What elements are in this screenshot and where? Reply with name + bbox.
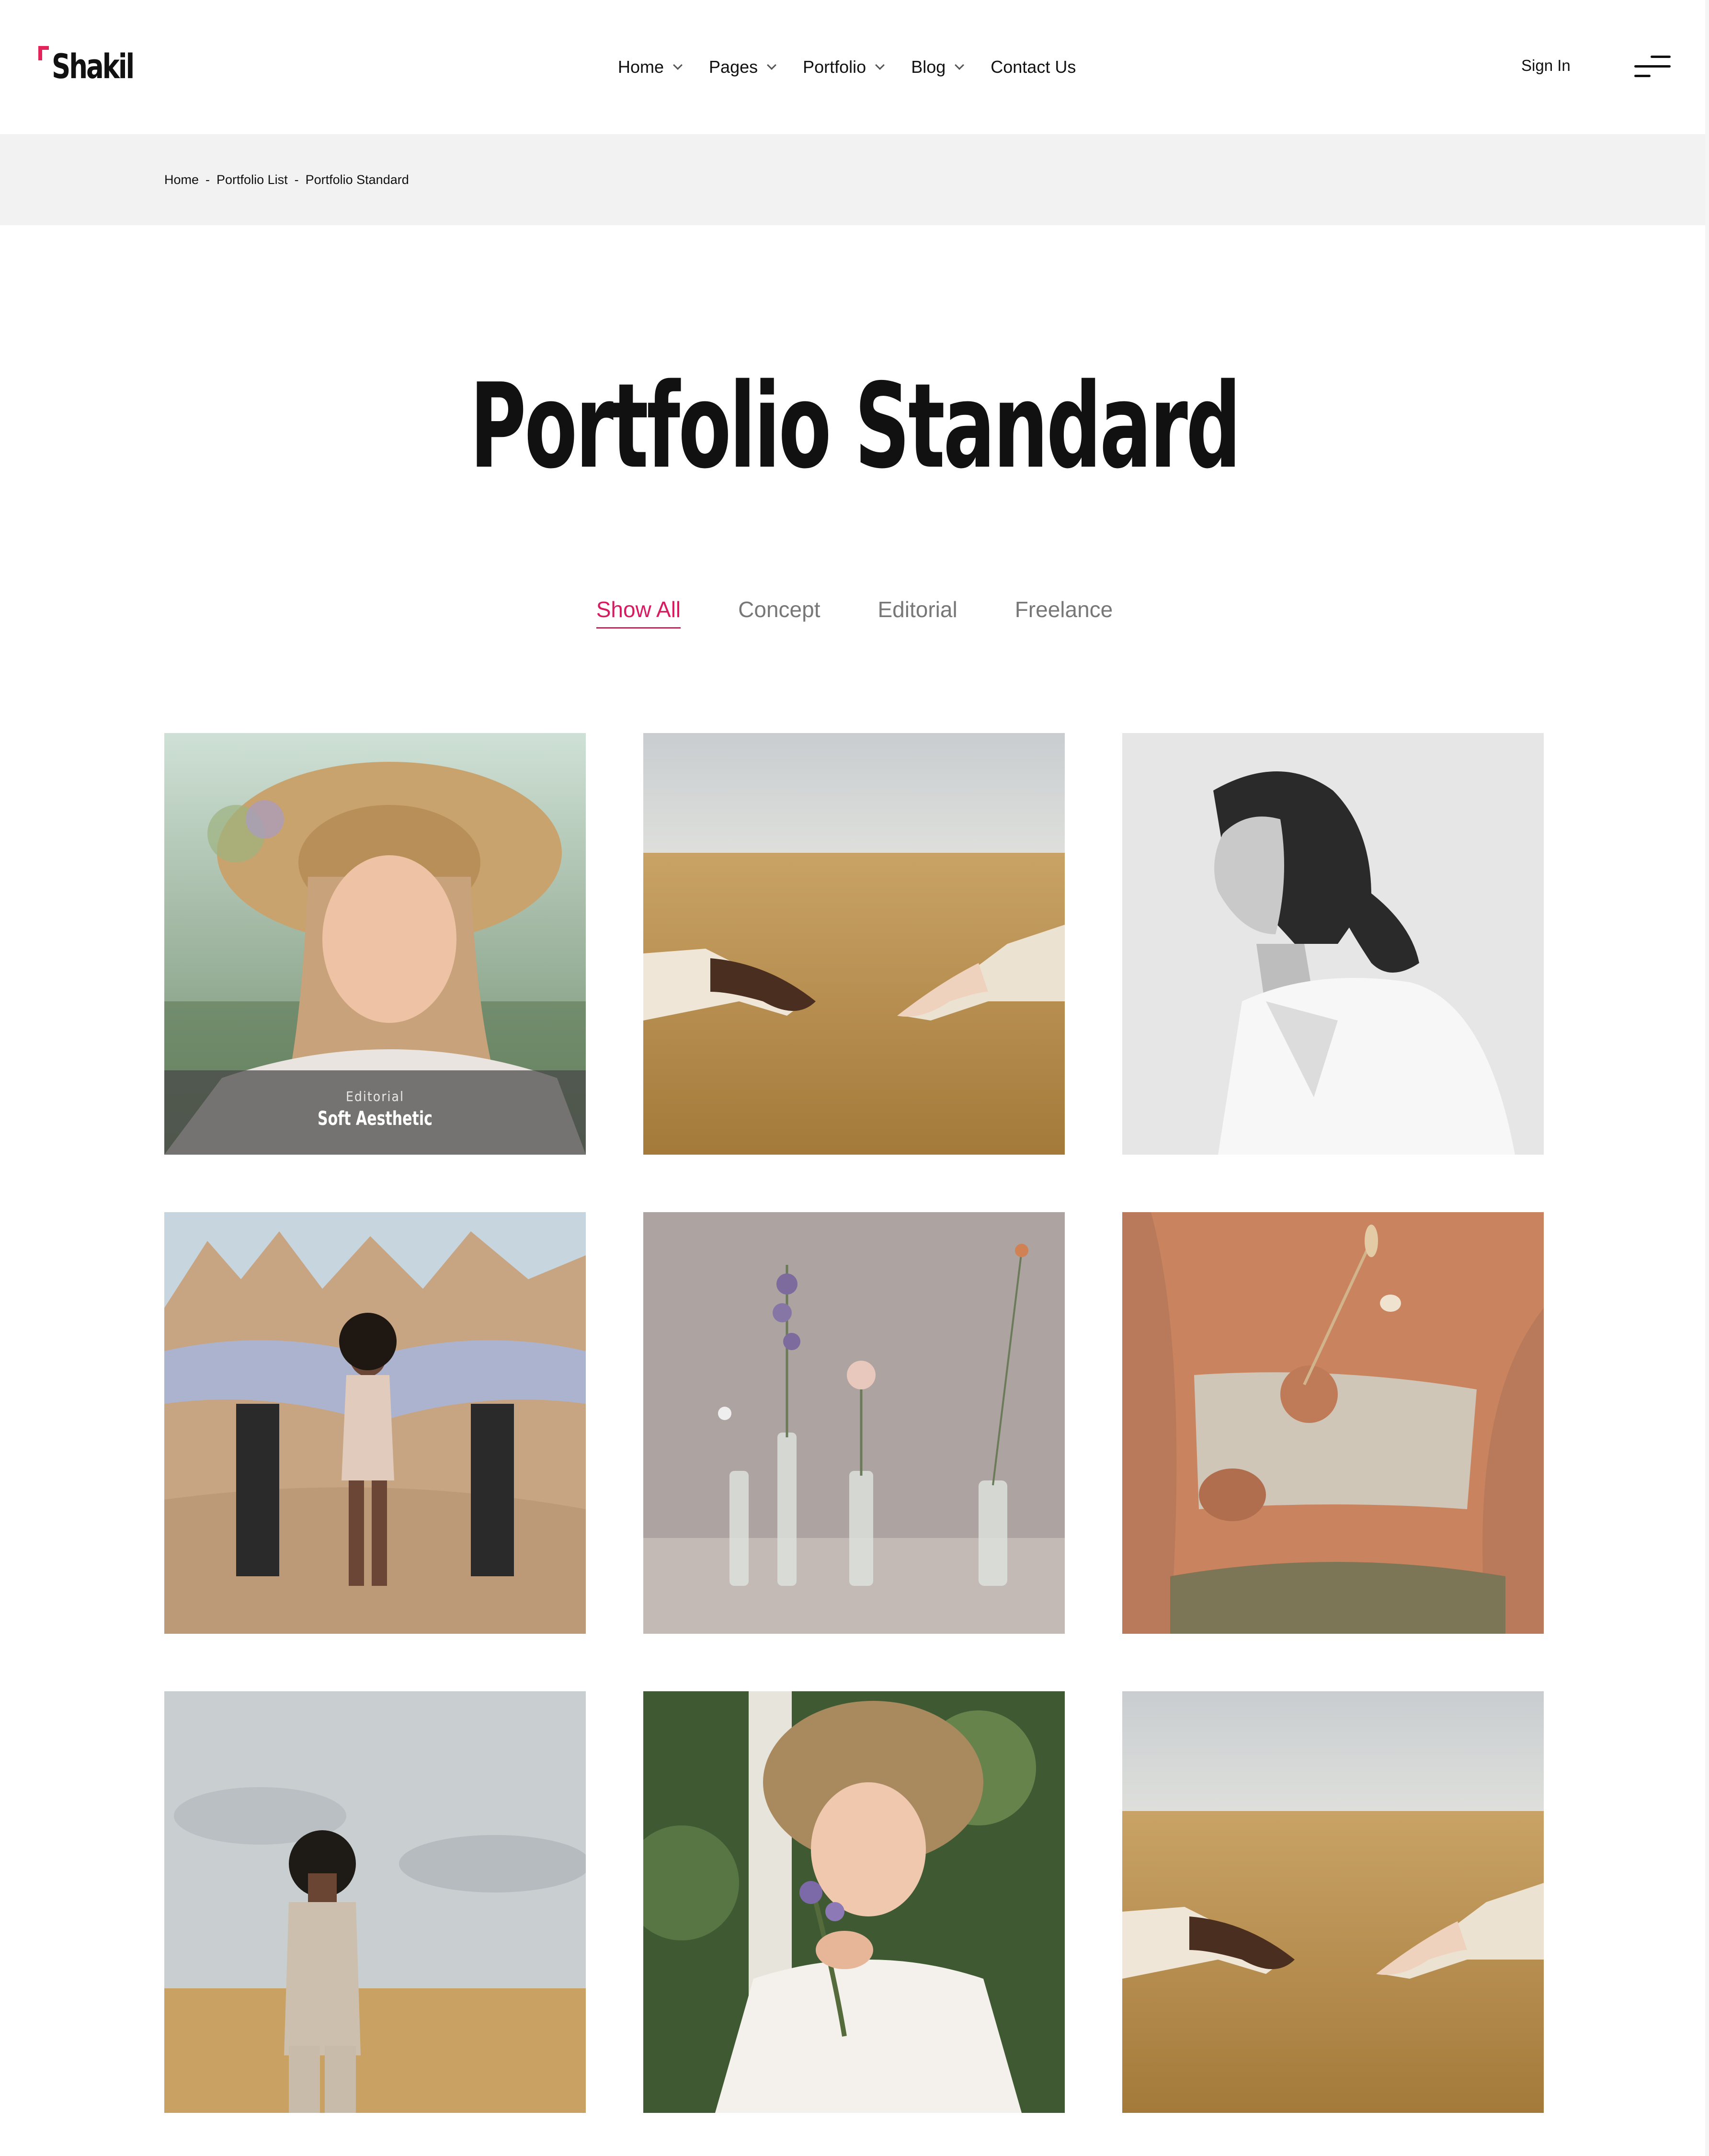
chevron-down-icon bbox=[955, 60, 965, 70]
chevron-down-icon bbox=[875, 60, 885, 70]
portfolio-item[interactable] bbox=[1122, 1691, 1544, 2113]
portfolio-item-overlay: Editorial Soft Aesthetic bbox=[164, 1070, 586, 1155]
portfolio-item[interactable] bbox=[643, 1212, 1065, 1634]
logo-text: Shakil bbox=[52, 47, 135, 86]
page-edge bbox=[1705, 0, 1709, 2156]
portfolio-image bbox=[643, 1691, 1065, 2113]
nav-item-label: Contact Us bbox=[991, 57, 1076, 77]
filter-show-all[interactable]: Show All bbox=[596, 596, 681, 629]
logo[interactable]: Shakil bbox=[38, 45, 156, 93]
nav-item-label: Home bbox=[618, 57, 664, 77]
portfolio-item[interactable] bbox=[1122, 733, 1544, 1155]
hamburger-menu-icon[interactable] bbox=[1634, 54, 1671, 80]
portfolio-item[interactable]: Editorial Soft Aesthetic bbox=[164, 733, 586, 1155]
portfolio-image bbox=[643, 1212, 1065, 1634]
portfolio-image bbox=[643, 733, 1065, 1155]
chevron-down-icon bbox=[673, 60, 683, 70]
nav-item-label: Pages bbox=[709, 57, 758, 77]
breadcrumb-separator: - bbox=[205, 172, 210, 187]
nav-item-portfolio[interactable]: Portfolio bbox=[803, 57, 885, 77]
logo-mark-icon bbox=[38, 46, 49, 60]
portfolio-item[interactable] bbox=[1122, 1212, 1544, 1634]
portfolio-item-category: Editorial bbox=[346, 1089, 404, 1104]
site-header: Shakil Home Pages Portfolio Blog Contact… bbox=[0, 0, 1709, 134]
filter-editorial[interactable]: Editorial bbox=[878, 596, 957, 629]
portfolio-item[interactable] bbox=[164, 1691, 586, 2113]
portfolio-image bbox=[1122, 733, 1544, 1155]
nav-item-label: Portfolio bbox=[803, 57, 866, 77]
portfolio-item[interactable] bbox=[164, 1212, 586, 1634]
nav-item-home[interactable]: Home bbox=[618, 57, 683, 77]
portfolio-image bbox=[1122, 1691, 1544, 2113]
portfolio-item-title: Soft Aesthetic bbox=[164, 1108, 586, 1130]
nav-item-contact[interactable]: Contact Us bbox=[991, 57, 1076, 77]
breadcrumb-current: Portfolio Standard bbox=[305, 172, 409, 187]
page-title-text: Portfolio Standard bbox=[469, 358, 1241, 494]
portfolio-item[interactable] bbox=[643, 1691, 1065, 2113]
portfolio-item[interactable] bbox=[643, 733, 1065, 1155]
portfolio-image bbox=[1122, 1212, 1544, 1634]
breadcrumb-portfolio-list[interactable]: Portfolio List bbox=[216, 172, 288, 187]
chevron-down-icon bbox=[767, 60, 777, 70]
filter-concept[interactable]: Concept bbox=[738, 596, 820, 629]
breadcrumb-home[interactable]: Home bbox=[164, 172, 199, 187]
main-nav: Home Pages Portfolio Blog Contact Us bbox=[618, 53, 1104, 81]
nav-item-pages[interactable]: Pages bbox=[709, 57, 777, 77]
portfolio-image bbox=[164, 1212, 586, 1634]
breadcrumb: Home - Portfolio List - Portfolio Standa… bbox=[164, 172, 409, 187]
breadcrumb-bar: Home - Portfolio List - Portfolio Standa… bbox=[0, 134, 1709, 225]
page-title: Portfolio Standard bbox=[0, 364, 1709, 489]
portfolio-image bbox=[164, 1691, 586, 2113]
nav-item-label: Blog bbox=[911, 57, 946, 77]
portfolio-item-title-text: Soft Aesthetic bbox=[318, 1108, 433, 1130]
sign-in-link[interactable]: Sign In bbox=[1521, 57, 1571, 75]
portfolio-filters: Show All Concept Editorial Freelance bbox=[0, 596, 1709, 629]
filter-freelance[interactable]: Freelance bbox=[1015, 596, 1113, 629]
nav-item-blog[interactable]: Blog bbox=[911, 57, 965, 77]
breadcrumb-separator: - bbox=[294, 172, 299, 187]
